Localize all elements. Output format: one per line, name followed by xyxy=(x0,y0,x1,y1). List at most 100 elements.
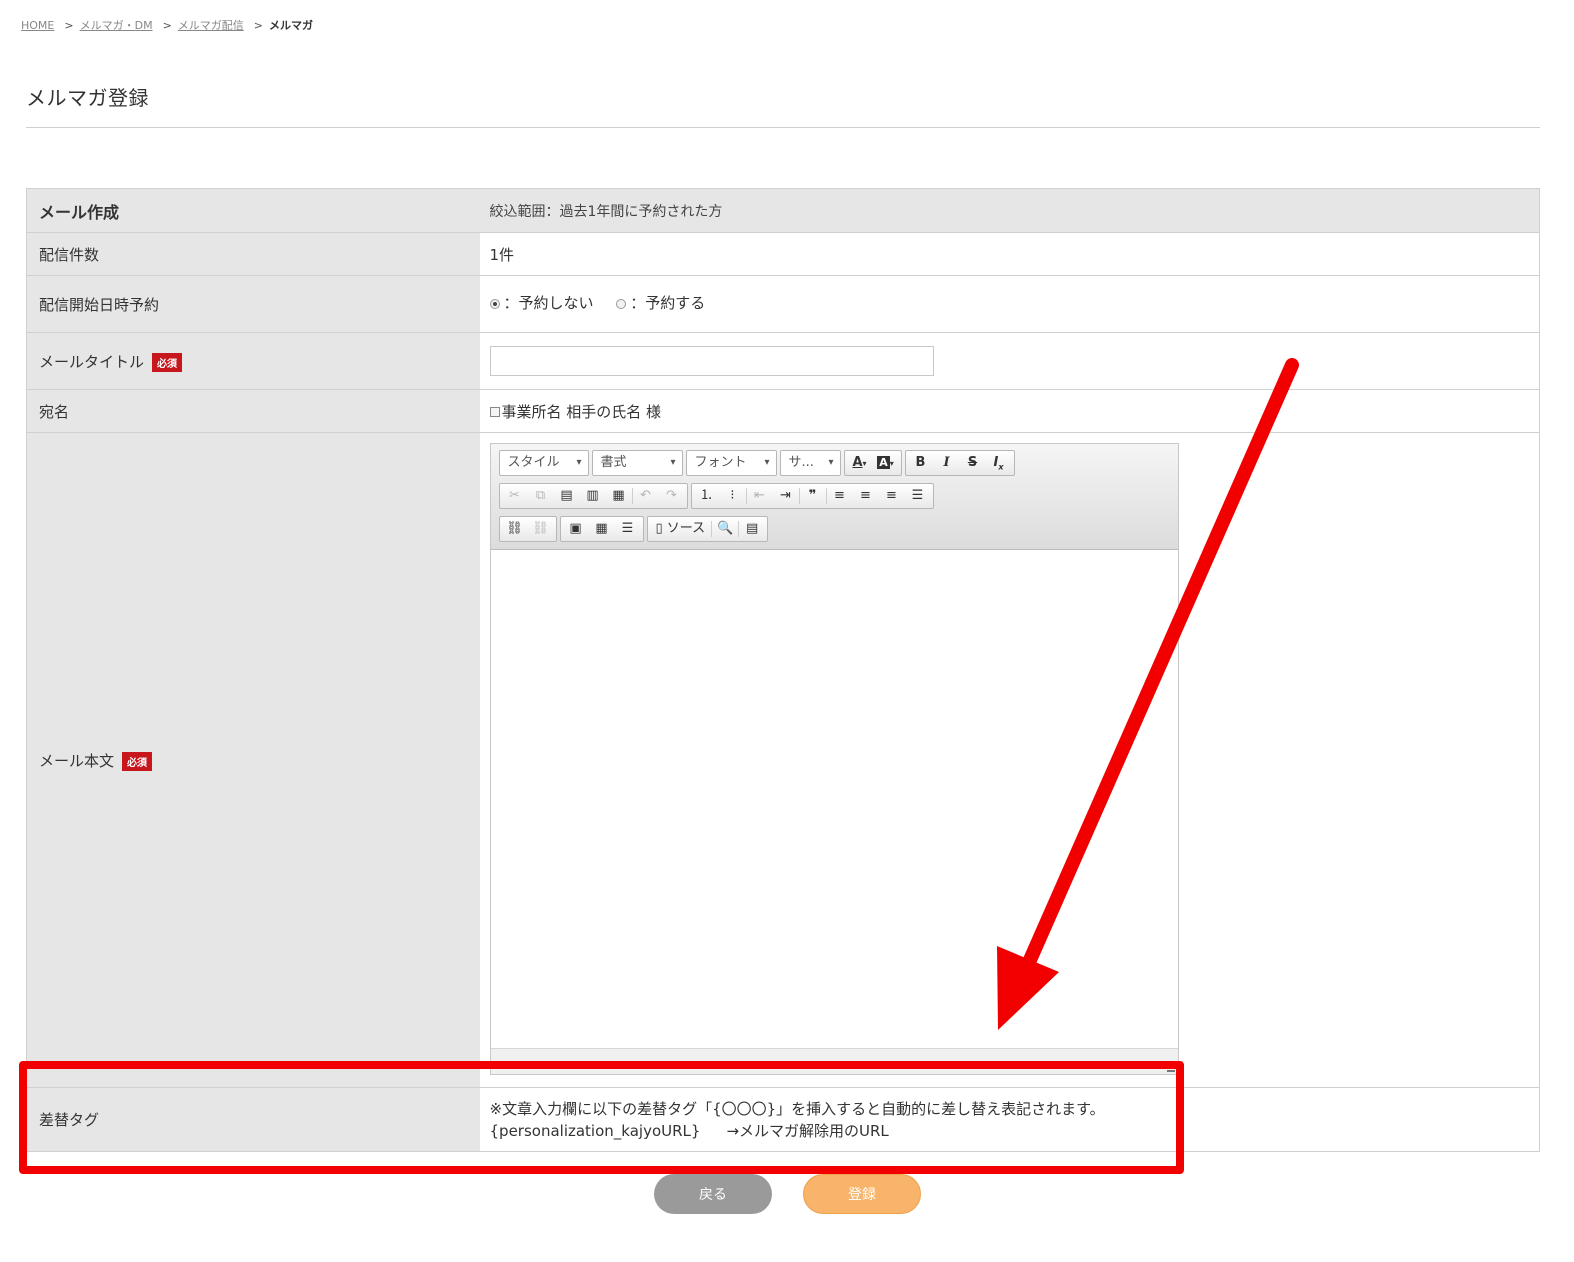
italic-icon[interactable]: I xyxy=(934,451,960,475)
copy-icon[interactable]: ⧉ xyxy=(528,484,554,508)
image-icon[interactable]: ▣ xyxy=(563,517,589,541)
mail-title-input[interactable] xyxy=(489,346,934,376)
paste-text-icon[interactable]: ▥ xyxy=(580,484,606,508)
delivery-count-value: 1件 xyxy=(479,232,1540,276)
toolbar-row-1: スタイル書式フォントサ...A▾A▾BISIx xyxy=(498,450,1172,476)
align-left-icon[interactable]: ≡ xyxy=(827,484,853,508)
mail-title-label-cell: メールタイトル 必須 xyxy=(26,332,480,390)
address-label: 宛名 xyxy=(26,389,480,433)
filter-range-text: 絞込範囲：過去1年間に予約された方 xyxy=(479,188,1540,233)
rich-text-editor: スタイル書式フォントサ...A▾A▾BISIx ✂⧉▤▥▦↶↷⒈⁝⇤⇥❞≡≡≡☰… xyxy=(489,443,1179,1075)
required-badge: 必須 xyxy=(122,751,153,771)
link-group: ⛓ ⛓ xyxy=(498,516,557,542)
replacement-tag-note: ※文章入力欄に以下の差替タグ「{〇〇〇}」を挿入すると自動的に差し替え表記されま… xyxy=(489,1099,1105,1118)
clipboard-group: ✂ ⧉ ▤ ▥ ▦ ↶ ↷ xyxy=(498,483,688,509)
paste-icon[interactable]: ▤ xyxy=(554,484,580,508)
address-row: 宛名 事業所名 相手の氏名 様 xyxy=(26,389,1540,433)
format-dropdown[interactable]: 書式 xyxy=(591,450,683,476)
replacement-tag-description: →メルマガ解除用のURL xyxy=(726,1121,889,1140)
breadcrumb-current: メルマガ xyxy=(269,19,313,32)
paragraph-group: ⒈ ⁝ ⇤ ⇥ ❞ ≡ ≡ ≡ ☰ xyxy=(690,483,934,509)
horizontal-rule-icon[interactable]: ☰ xyxy=(615,517,641,541)
schedule-label: 配信開始日時予約 xyxy=(26,275,480,333)
redo-icon[interactable]: ↷ xyxy=(659,484,685,508)
indent-icon[interactable]: ⇥ xyxy=(773,484,799,508)
mail-body-cell: スタイル書式フォントサ...A▾A▾BISIx ✂⧉▤▥▦↶↷⒈⁝⇤⇥❞≡≡≡☰… xyxy=(479,432,1540,1088)
schedule-options: ：予約しない ：予約する xyxy=(479,275,1540,333)
text-color-icon[interactable]: A▾ xyxy=(847,451,873,475)
form-header-label: メール作成 xyxy=(26,188,480,233)
source-label: ソース xyxy=(666,521,706,536)
breadcrumb: HOME > メルマガ・DM > メルマガ配信 > メルマガ xyxy=(21,17,313,33)
remove-format-icon[interactable]: Ix xyxy=(986,451,1012,475)
background-color-icon[interactable]: A ▾ xyxy=(873,451,899,475)
insert-group: ▣ ▦ ☰ xyxy=(559,516,644,542)
replacement-tag-example: {personalization_kajyoURL} →メルマガ解除用のURL xyxy=(490,1120,1530,1142)
page-title: メルマガ登録 xyxy=(26,86,149,110)
source-button[interactable]: ▯ ソース xyxy=(650,517,712,541)
align-justify-icon[interactable]: ☰ xyxy=(905,484,931,508)
editor-content-area[interactable] xyxy=(490,550,1178,1049)
required-badge: 必須 xyxy=(152,352,183,372)
schedule-row: 配信開始日時予約 ：予約しない ：予約する xyxy=(26,275,1540,333)
replacement-tag-label: 差替タグ xyxy=(26,1087,480,1152)
radio-no-schedule-label: ：予約しない xyxy=(503,294,594,312)
resize-handle-icon[interactable] xyxy=(1166,1066,1175,1072)
mail-body-row: メール本文必須 スタイル書式フォントサ...A▾A▾BISIx ✂⧉▤▥▦↶↷⒈… xyxy=(26,432,1540,1088)
radio-schedule[interactable] xyxy=(616,298,627,309)
address-option-label: 事業所名 相手の氏名 様 xyxy=(501,402,662,421)
toolbar-row-2: ✂ ⧉ ▤ ▥ ▦ ↶ ↷ ⒈ ⁝ ⇤ ⇥ ❞ ≡ ≡ ≡ ☰ xyxy=(498,483,1172,509)
address-cell: 事業所名 相手の氏名 様 xyxy=(479,389,1540,433)
strike-icon[interactable]: S xyxy=(960,451,986,475)
breadcrumb-separator: > xyxy=(253,19,263,32)
editor-status-bar xyxy=(490,1049,1178,1074)
register-button[interactable]: 登録 xyxy=(803,1174,921,1214)
bold-icon[interactable]: B xyxy=(908,451,934,475)
paste-word-icon[interactable]: ▦ xyxy=(606,484,632,508)
table-icon[interactable]: ▦ xyxy=(589,517,615,541)
link-icon[interactable]: ⛓ xyxy=(502,517,528,541)
replacement-tag-row: 差替タグ ※文章入力欄に以下の差替タグ「{〇〇〇}」を挿入すると自動的に差し替え… xyxy=(26,1087,1540,1152)
breadcrumb-home-link[interactable]: HOME xyxy=(21,19,54,32)
basic-style-group: B I S Ix xyxy=(904,450,1015,476)
breadcrumb-separator: > xyxy=(64,19,74,32)
numbered-list-icon[interactable]: ⒈ xyxy=(694,484,720,508)
replacement-tag-cell: ※文章入力欄に以下の差替タグ「{〇〇〇}」を挿入すると自動的に差し替え表記されま… xyxy=(479,1087,1540,1152)
templates-icon[interactable]: ▤ xyxy=(739,517,765,541)
bulleted-list-icon[interactable]: ⁝ xyxy=(720,484,746,508)
replacement-tag-code: {personalization_kajyoURL} xyxy=(489,1121,701,1140)
font-dropdown[interactable]: フォント xyxy=(685,450,777,476)
mail-title-label: メールタイトル xyxy=(39,352,145,371)
align-center-icon[interactable]: ≡ xyxy=(853,484,879,508)
form-header-row: メール作成 絞込範囲：過去1年間に予約された方 xyxy=(26,188,1540,233)
breadcrumb-mailmag-dm-link[interactable]: メルマガ・DM xyxy=(80,19,153,32)
preview-icon[interactable]: 🔍 xyxy=(712,517,738,541)
color-group: A▾ A ▾ xyxy=(843,450,902,476)
toolbar-row-3: ⛓ ⛓ ▣ ▦ ☰ ▯ ソース 🔍 ▤ xyxy=(498,516,1172,542)
mail-title-row: メールタイトル 必須 xyxy=(26,332,1540,390)
style-dropdown[interactable]: スタイル xyxy=(498,450,589,476)
breadcrumb-separator: > xyxy=(162,19,172,32)
cut-icon[interactable]: ✂ xyxy=(502,484,528,508)
delivery-count-label: 配信件数 xyxy=(26,232,480,276)
back-button[interactable]: 戻る xyxy=(654,1174,772,1214)
blockquote-icon[interactable]: ❞ xyxy=(800,484,826,508)
radio-schedule-label: ：予約する xyxy=(630,294,706,312)
undo-icon[interactable]: ↶ xyxy=(633,484,659,508)
address-checkbox[interactable] xyxy=(489,407,500,417)
size-dropdown[interactable]: サ... xyxy=(779,450,841,476)
document-group: ▯ ソース 🔍 ▤ xyxy=(646,516,769,542)
mail-body-label: メール本文 xyxy=(39,751,115,770)
mail-title-cell xyxy=(479,332,1540,390)
delivery-count-row: 配信件数 1件 xyxy=(26,232,1540,276)
mail-body-label-cell: メール本文 必須 xyxy=(26,432,480,1088)
title-divider xyxy=(26,127,1540,128)
breadcrumb-mailmag-delivery-link[interactable]: メルマガ配信 xyxy=(178,19,244,32)
align-right-icon[interactable]: ≡ xyxy=(879,484,905,508)
outdent-icon[interactable]: ⇤ xyxy=(747,484,773,508)
radio-no-schedule[interactable] xyxy=(489,298,500,309)
mail-form-table: メール作成 絞込範囲：過去1年間に予約された方 配信件数 1件 配信開始日時予約… xyxy=(26,188,1540,1152)
source-icon: ▯ xyxy=(655,521,663,536)
unlink-icon[interactable]: ⛓ xyxy=(528,517,554,541)
editor-toolbar: スタイル書式フォントサ...A▾A▾BISIx ✂⧉▤▥▦↶↷⒈⁝⇤⇥❞≡≡≡☰… xyxy=(490,444,1178,550)
